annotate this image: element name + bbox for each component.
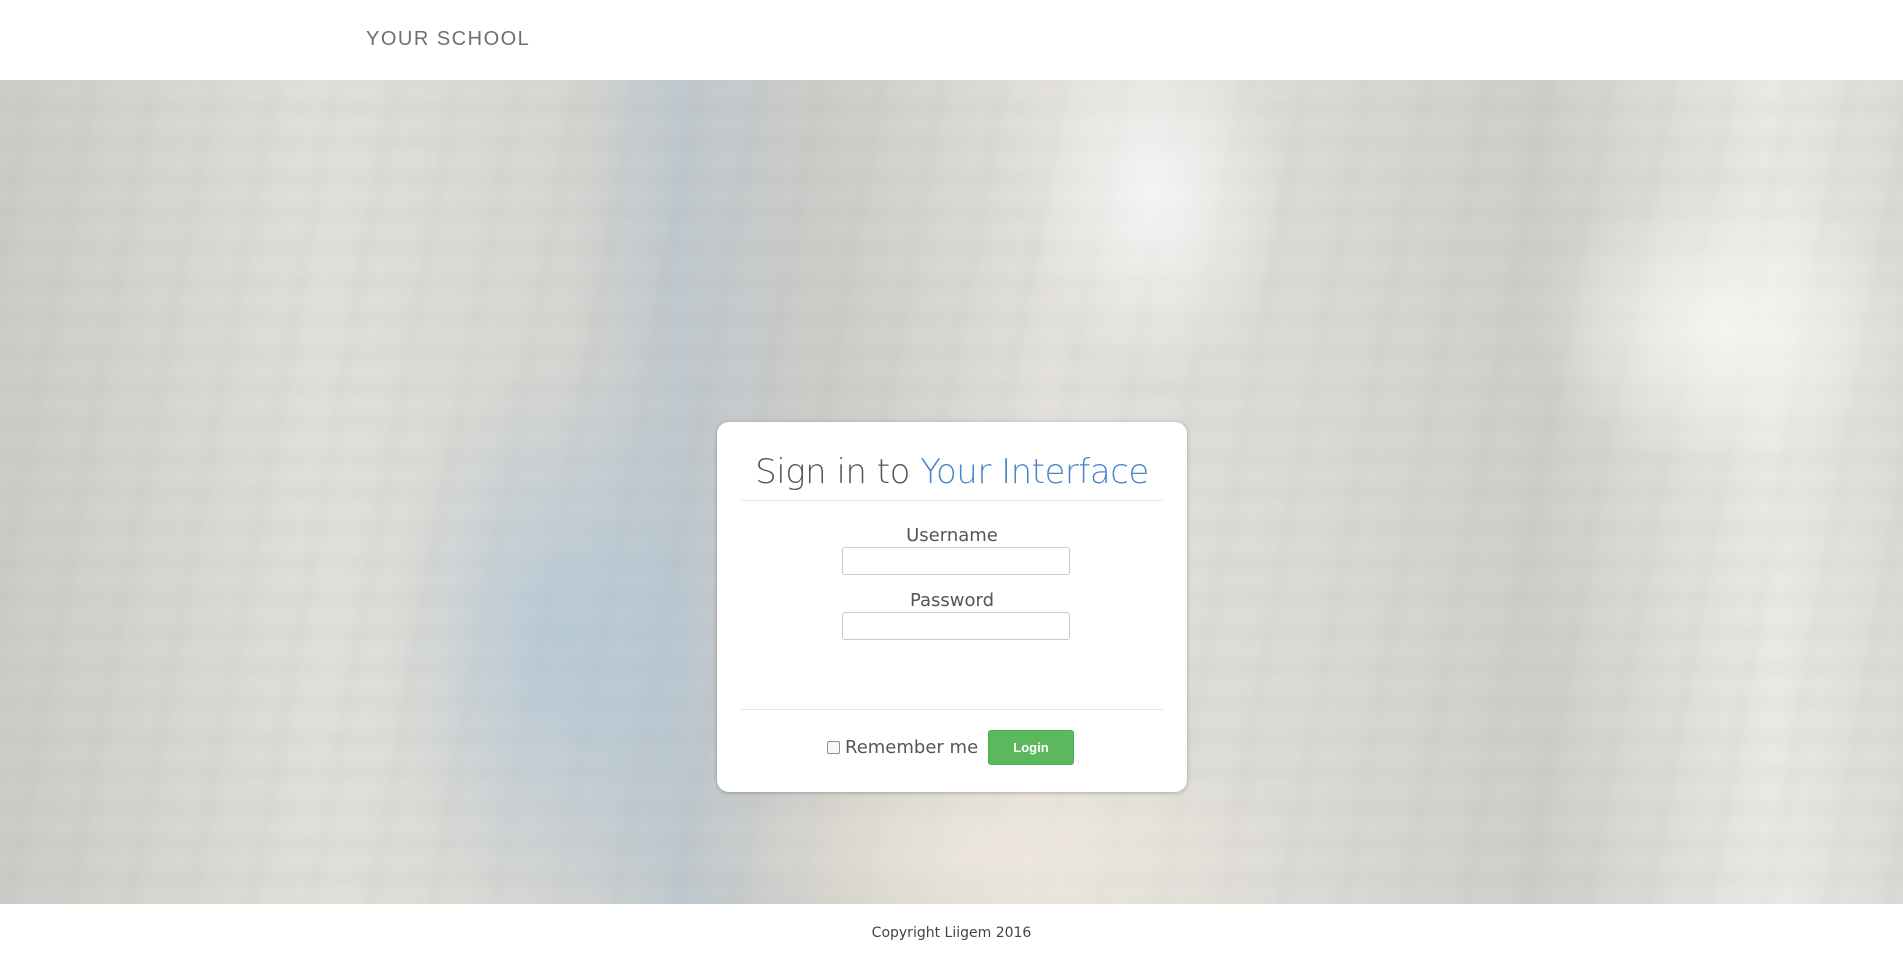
top-navbar: YOUR SCHOOL	[0, 0, 1903, 80]
footer: Copyright Liigem 2016	[0, 904, 1903, 957]
login-card: Sign in to Your Interface Username Passw…	[717, 422, 1187, 792]
hero-background: Sign in to Your Interface Username Passw…	[0, 80, 1903, 904]
form-divider	[741, 709, 1163, 710]
password-label: Password	[909, 590, 995, 611]
password-input[interactable]	[842, 612, 1070, 640]
username-label: Username	[906, 525, 998, 546]
login-title-prefix: Sign in to	[755, 452, 910, 492]
login-title: Sign in to Your Interface	[717, 452, 1187, 492]
login-title-accent: Your Interface	[920, 452, 1149, 492]
username-input[interactable]	[842, 547, 1070, 575]
brand-logo-text[interactable]: YOUR SCHOOL	[366, 28, 530, 51]
remember-me-checkbox[interactable]	[827, 741, 840, 754]
copyright-text: Copyright Liigem 2016	[871, 925, 1032, 941]
remember-me[interactable]: Remember me	[827, 737, 978, 758]
login-button[interactable]: Login	[988, 730, 1074, 765]
remember-me-label[interactable]: Remember me	[845, 737, 978, 758]
title-divider	[741, 500, 1163, 501]
